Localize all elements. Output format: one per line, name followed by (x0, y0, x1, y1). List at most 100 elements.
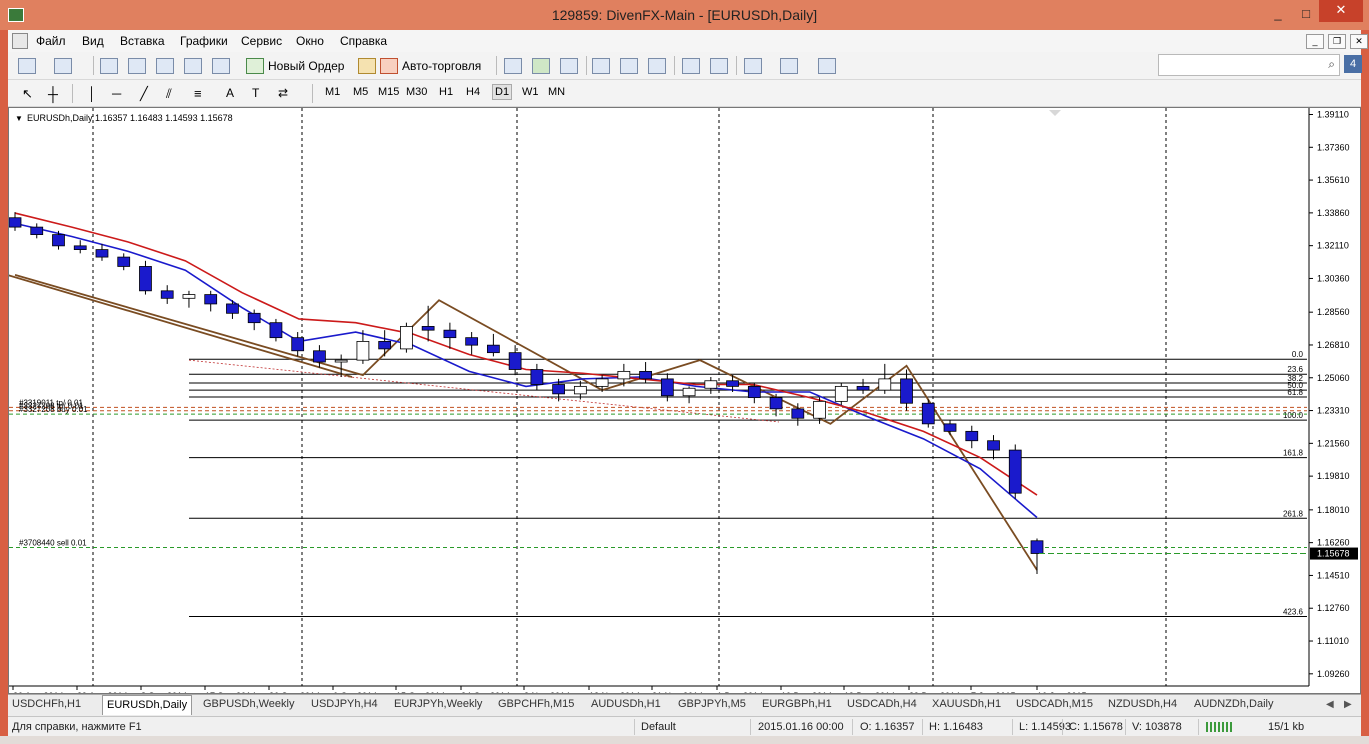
cursor-icon[interactable]: ↖ (22, 86, 33, 102)
bar-chart-icon[interactable] (504, 58, 522, 74)
metaeditor-icon[interactable] (358, 58, 376, 74)
zoom-out-icon[interactable] (620, 58, 638, 74)
menu-tools[interactable]: Сервис (241, 34, 282, 48)
tab-eurusd-daily[interactable]: EURUSDh,Daily (102, 695, 193, 715)
tab-usdjpy-h4[interactable]: USDJPYh,H4 (311, 698, 378, 710)
status-separator (1062, 719, 1063, 735)
tab-nzdusd-h4[interactable]: NZDUSDh,H4 (1108, 698, 1177, 710)
line-chart-icon[interactable] (560, 58, 578, 74)
tab-eurgbp-h1[interactable]: EURGBPh,H1 (762, 698, 832, 710)
price-tick-label: 1.25060 (1317, 373, 1350, 383)
text-label-icon[interactable]: T (252, 86, 259, 100)
tab-xauusd-h1[interactable]: XAUUSDh,H1 (932, 698, 1001, 710)
price-tick-label: 1.35610 (1317, 175, 1350, 185)
menu-insert[interactable]: Вставка (120, 34, 165, 48)
price-tick-label: 1.26810 (1317, 340, 1350, 350)
search-icon[interactable]: ⌕ (1328, 57, 1335, 72)
candlesticks-icon[interactable] (532, 58, 550, 74)
mdi-minimize-icon[interactable]: _ (1306, 34, 1324, 49)
tab-gbpjpy-m5[interactable]: GBPJPYh,M5 (678, 698, 746, 710)
crosshair-icon[interactable]: ┼ (48, 86, 58, 102)
equidistant-channel-icon[interactable]: ⫽ (166, 86, 172, 102)
bearish-candle (269, 322, 283, 339)
timeframe-h4[interactable]: H4 (466, 86, 480, 98)
tile-windows-icon[interactable] (648, 58, 666, 74)
status-separator (750, 719, 751, 735)
fibonacci-level-label: 161.8 (1283, 449, 1304, 458)
chart-canvas[interactable]: 0.023.638.250.061.8100.0161.8261.8423.6#… (9, 108, 1360, 693)
zoom-in-icon[interactable] (592, 58, 610, 74)
menu-file[interactable]: Файл (36, 34, 66, 48)
chart-shift-icon[interactable] (710, 58, 728, 74)
tab-usdchf-h1[interactable]: USDCHFh,H1 (12, 698, 81, 710)
mdi-restore-icon[interactable]: ❐ (1328, 34, 1346, 49)
timeframe-mn[interactable]: MN (548, 86, 565, 98)
maximize-button[interactable]: □ (1293, 4, 1319, 24)
os-taskbar (0, 736, 1369, 744)
notifications-badge[interactable]: 4 (1344, 55, 1362, 73)
price-chart[interactable]: 0.0 23.6 38.2 50.0 61.8 100.0 161.8 261.8 423.6 #… (8, 107, 1361, 694)
new-order-icon[interactable] (246, 58, 264, 74)
indicators-icon[interactable] (744, 58, 762, 74)
tabs-scroll-left-icon[interactable]: ◀ (1326, 699, 1334, 710)
mdi-close-icon[interactable]: ✕ (1350, 34, 1368, 49)
timeframe-w1[interactable]: W1 (522, 86, 539, 98)
strategy-tester-icon[interactable] (212, 58, 230, 74)
tab-gbpchf-m15[interactable]: GBPCHFh,M15 (498, 698, 574, 710)
timeframe-m15[interactable]: M15 (378, 86, 399, 98)
fibonacci-retracement-icon[interactable]: ≡ (194, 86, 202, 101)
bearish-candle (965, 430, 979, 442)
periods-clock-icon[interactable] (780, 58, 798, 74)
toolbar-separator (93, 56, 94, 75)
status-profile[interactable]: Default (641, 721, 676, 733)
bearish-candle (443, 329, 457, 339)
navigator-icon[interactable] (156, 58, 174, 74)
timeframe-m30[interactable]: M30 (406, 86, 427, 98)
tab-gbpusd-weekly[interactable]: GBPUSDh,Weekly (203, 698, 295, 710)
fibonacci-level-label: 261.8 (1283, 509, 1304, 518)
market-watch-icon[interactable] (100, 58, 118, 74)
bearish-candle (856, 385, 870, 391)
new-chart-icon[interactable] (18, 58, 36, 74)
timeframe-h1[interactable]: H1 (439, 86, 453, 98)
close-button[interactable]: ✕ (1319, 0, 1363, 22)
menu-help[interactable]: Справка (340, 34, 387, 48)
trendline-icon[interactable]: ╱ (140, 86, 148, 102)
status-volume: V: 103878 (1132, 721, 1182, 733)
auto-scroll-icon[interactable] (682, 58, 700, 74)
data-window-icon[interactable] (128, 58, 146, 74)
tab-audusd-h1[interactable]: AUDUSDh,H1 (591, 698, 661, 710)
tab-audnzd-daily[interactable]: AUDNZDh,Daily (1194, 698, 1273, 710)
price-tick-label: 1.37360 (1317, 142, 1350, 152)
vertical-line-icon[interactable]: │ (88, 86, 96, 101)
tab-eurjpy-weekly[interactable]: EURJPYh,Weekly (394, 698, 482, 710)
tab-usdcad-m15[interactable]: USDCADh,M15 (1016, 698, 1093, 710)
timeframe-m5[interactable]: M5 (353, 86, 368, 98)
tab-usdcad-h4[interactable]: USDCADh,H4 (847, 698, 917, 710)
text-icon[interactable]: A (226, 86, 234, 100)
templates-icon[interactable] (818, 58, 836, 74)
menu-window[interactable]: Окно (296, 34, 324, 48)
new-order-button[interactable]: Новый Ордер (268, 59, 344, 73)
fibonacci-level-label: 61.8 (1287, 388, 1303, 397)
search-box[interactable]: ⌕ (1158, 54, 1340, 76)
profiles-icon[interactable] (54, 58, 72, 74)
tabs-scroll-right-icon[interactable]: ▶ (1344, 699, 1352, 710)
arrows-icon[interactable]: ⇄ (278, 86, 288, 100)
time-tick-label: 3 Nov 2014 (524, 691, 570, 693)
timeframe-d1[interactable]: D1 (492, 84, 513, 100)
horizontal-line-icon[interactable]: ─ (112, 86, 121, 101)
menu-view[interactable]: Вид (82, 34, 104, 48)
order-label: #3327208 buy 0.01 (19, 405, 88, 414)
minimize-button[interactable]: _ (1265, 4, 1291, 24)
chart-window-icon[interactable] (12, 33, 28, 49)
bearish-candle (791, 408, 805, 419)
bearish-candle (9, 217, 22, 228)
window-title: 129859: DivenFX-Main - [EURUSDh,Daily] (551, 7, 818, 23)
terminal-icon[interactable] (184, 58, 202, 74)
auto-trading-icon[interactable] (380, 58, 398, 74)
timeframe-m1[interactable]: M1 (325, 86, 340, 98)
bearish-candle (1008, 449, 1022, 494)
menu-charts[interactable]: Графики (180, 34, 228, 48)
auto-trading-button[interactable]: Авто-торговля (402, 59, 481, 73)
